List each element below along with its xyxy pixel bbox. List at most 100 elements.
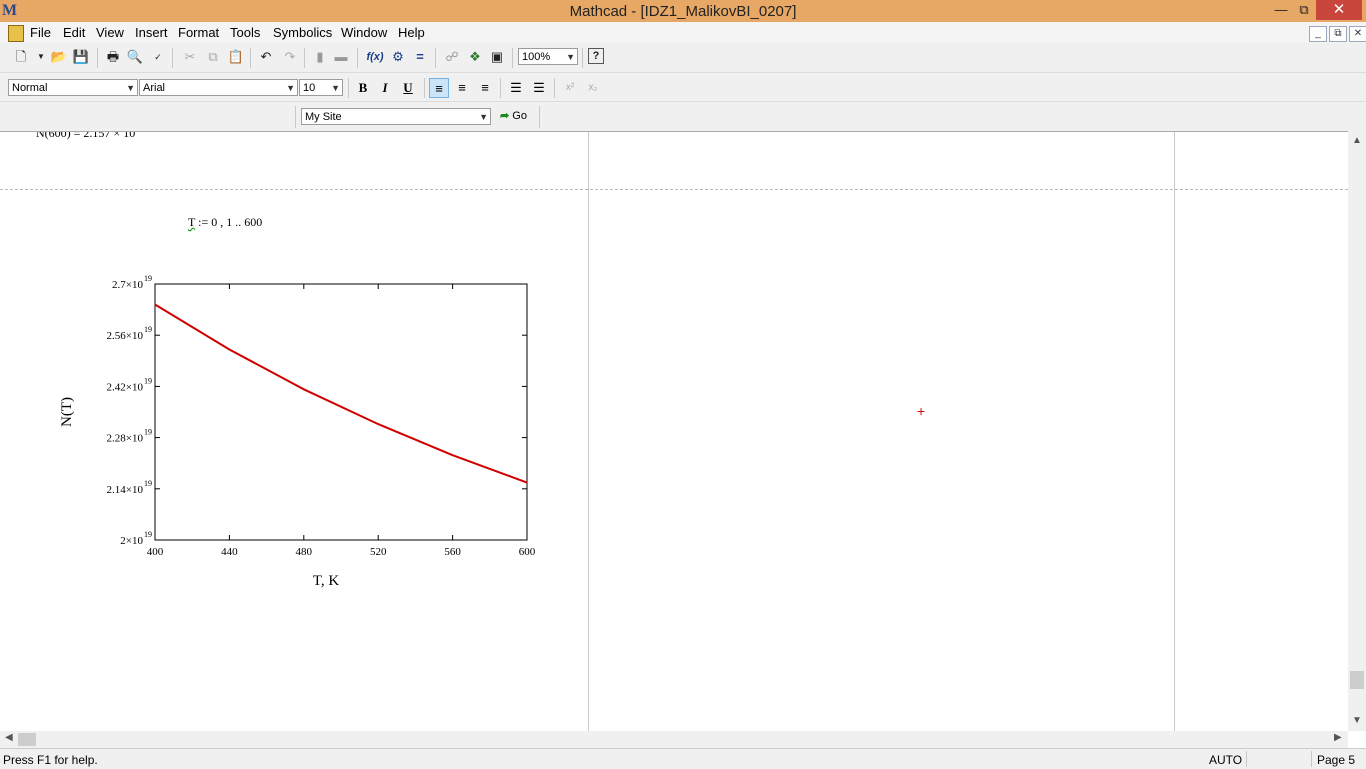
web-toolbar: My Site ▼ ➦ Go [0,101,1366,132]
menu-symbolics[interactable]: Symbolics [273,25,332,40]
cut-icon[interactable]: ✂ [181,48,199,66]
mdi-close-button[interactable]: ✕ [1349,26,1366,42]
align-center-icon[interactable]: ≡ [452,78,472,98]
toolbar-separator [435,48,436,68]
toolbar-separator [97,48,98,68]
horizontal-scrollbar[interactable]: ◀ ▶ [0,731,1348,748]
copy-icon[interactable]: ⧉ [204,48,222,66]
save-icon[interactable]: 💾 [72,48,90,66]
restore-button[interactable]: ⧉ [1289,0,1319,20]
chevron-down-icon: ▼ [566,52,575,62]
menu-file[interactable]: File [30,25,51,40]
y-tick-label: 2.42×10 [107,381,144,393]
toolbar-separator [304,48,305,68]
standard-toolbar: 🗋 ▼ 📂 💾 🖶 🔍 ✓ ✂ ⧉ 📋 ↶ ↷ ▮ ▬ f(x) ⚙ = ☍ ❖… [0,43,1366,72]
superscript-icon[interactable]: x² [560,78,580,98]
resource-center-icon[interactable]: ▣ [488,48,506,66]
range-variable: T [188,215,196,229]
undo-icon[interactable]: ↶ [257,48,275,66]
scroll-left-icon[interactable]: ◀ [5,732,13,743]
page-divider [588,132,589,732]
y-tick-label: 2.28×10 [107,433,144,445]
insert-component-icon[interactable]: ❖ [466,48,484,66]
new-dropdown-icon[interactable]: ▼ [32,48,50,66]
vertical-scrollbar[interactable]: ▲ ▼ [1348,131,1366,731]
x-tick-label: 480 [296,546,313,558]
title-bar: M Mathcad - [IDZ1_MalikovBI_0207] — ⧉ ✕ [0,0,1366,22]
align-right-icon[interactable]: ≡ [475,78,495,98]
y-tick-label: 2×10 [120,535,143,547]
status-bar: Press F1 for help. AUTO Page 5 [0,748,1366,769]
align-down-icon[interactable]: ▬ [332,48,350,66]
spell-check-icon[interactable]: ✓ [149,48,167,66]
chevron-down-icon: ▼ [286,83,295,93]
calculate-icon[interactable]: = [411,48,429,66]
mdi-minimize-button[interactable]: _ [1309,26,1327,42]
bullet-list-icon[interactable]: ☰ [506,78,526,98]
scroll-up-icon[interactable]: ▲ [1352,135,1362,146]
x-tick-label: 440 [221,546,238,558]
font-select[interactable]: Arial ▼ [139,79,298,96]
range-expression: := 0 , 1 .. 600 [198,215,263,229]
insert-hyperlink-icon[interactable]: ☍ [443,48,461,66]
menu-help[interactable]: Help [398,25,425,40]
site-value: My Site [305,111,342,123]
style-select[interactable]: Normal ▼ [8,79,138,96]
xy-plot[interactable]: 400 440 480 520 560 6002×10192.14×10192.28×10… [50,271,560,596]
partial-result-region[interactable]: N(600) = 2.157 × 10 [36,132,135,141]
y-tick-label: 2.56×10 [107,330,144,342]
insert-function-icon[interactable]: f(x) [366,48,384,66]
insert-unit-icon[interactable]: ⚙ [389,48,407,66]
scroll-down-icon[interactable]: ▼ [1352,715,1362,726]
mdi-restore-button[interactable]: ⧉ [1329,26,1347,42]
x-tick-label: 560 [444,546,461,558]
italic-button[interactable]: I [375,78,395,98]
menu-window[interactable]: Window [341,25,387,40]
align-across-icon[interactable]: ▮ [311,48,329,66]
status-mode: AUTO [1209,753,1243,767]
y-tick-exponent: 19 [144,376,152,385]
menu-bar: File Edit View Insert Format Tools Symbo… [0,22,1366,43]
bold-button[interactable]: B [353,78,373,98]
worksheet[interactable]: N(600) = 2.157 × 10 T := 0 , 1 .. 600 40… [0,131,1348,732]
status-separator [1246,751,1247,767]
menu-insert[interactable]: Insert [135,25,168,40]
scroll-thumb[interactable] [1350,671,1364,689]
menu-edit[interactable]: Edit [63,25,85,40]
status-help-text: Press F1 for help. [3,753,98,767]
toolbar-separator [424,78,425,98]
y-axis-label: N(T) [59,397,75,427]
y-tick-exponent: 19 [144,325,152,334]
align-left-icon[interactable]: ≡ [429,78,449,98]
go-button[interactable]: ➦ Go [500,109,527,122]
site-select[interactable]: My Site ▼ [301,108,491,125]
underline-button[interactable]: U [398,78,418,98]
y-tick-exponent: 19 [144,530,152,539]
menu-format[interactable]: Format [178,25,219,40]
open-icon[interactable]: 📂 [50,48,68,66]
menu-tools[interactable]: Tools [230,25,260,40]
x-tick-label: 400 [147,546,164,558]
redo-icon[interactable]: ↷ [281,48,299,66]
scroll-thumb[interactable] [18,733,36,746]
help-icon[interactable]: ? [588,48,604,64]
font-size-select[interactable]: 10 ▼ [299,79,343,96]
go-arrow-icon: ➦ [500,110,510,122]
paste-icon[interactable]: 📋 [227,48,245,66]
y-tick-exponent: 19 [144,428,152,437]
range-definition-region[interactable]: T := 0 , 1 .. 600 [188,215,262,230]
new-document-icon[interactable]: 🗋 [12,48,30,66]
subscript-icon[interactable]: x₂ [583,78,603,98]
menu-view[interactable]: View [96,25,124,40]
print-preview-icon[interactable]: 🔍 [126,48,144,66]
close-button[interactable]: ✕ [1316,0,1362,20]
numbered-list-icon[interactable]: ☰ [529,78,549,98]
page-divider [1174,132,1175,732]
zoom-select[interactable]: 100% ▼ [518,48,578,65]
document-icon [8,25,24,42]
print-icon[interactable]: 🖶 [104,48,122,66]
y-tick-label: 2.14×10 [107,484,144,496]
formatting-toolbar: Normal ▼ Arial ▼ 10 ▼ B I U ≡ ≡ ≡ ☰ ☰ x²… [0,72,1366,102]
page-break-line [0,189,1348,190]
scroll-right-icon[interactable]: ▶ [1334,732,1342,743]
